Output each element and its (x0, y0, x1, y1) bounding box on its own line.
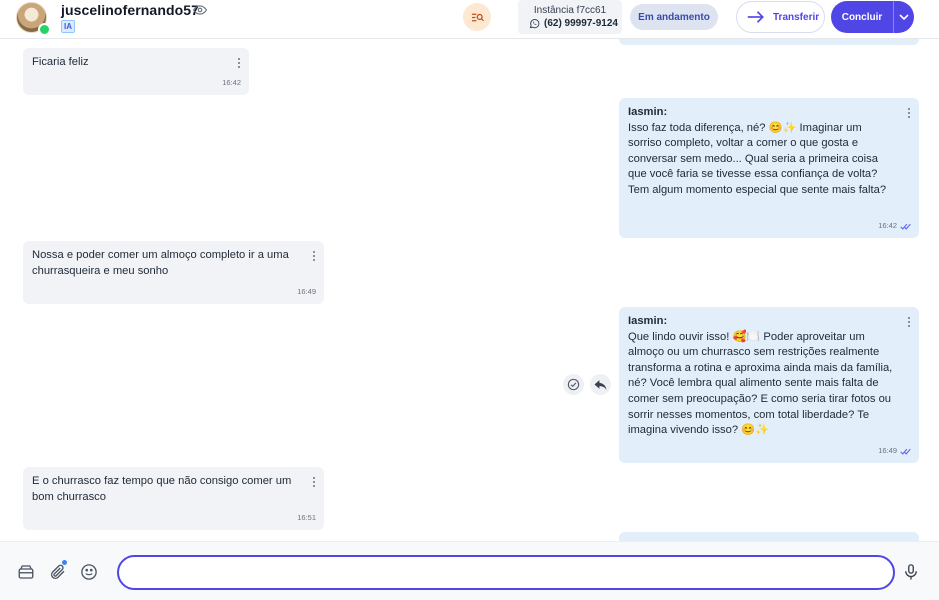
arrow-right-icon (747, 11, 764, 23)
message-input[interactable] (117, 555, 895, 590)
ia-badge: IA (61, 20, 75, 33)
message-time: 16:42 (878, 218, 911, 234)
message-text: Isso faz toda diferença, né? 😊✨ Imaginar… (628, 121, 887, 196)
transfer-button[interactable]: Transferir (736, 1, 825, 33)
double-check-icon (900, 223, 911, 230)
eye-icon[interactable] (193, 3, 207, 17)
whatsapp-icon (38, 23, 51, 36)
message-text: Ficaria feliz (32, 56, 89, 68)
transfer-label: Transferir (773, 11, 820, 23)
message-sender: Iasmin: (628, 106, 668, 118)
message-time: 16:49 (297, 287, 316, 297)
message-bubble: E o churrasco faz tempo que não consigo … (23, 467, 324, 530)
chat-header: juscelinofernando57 IA Instância f7cc61 … (0, 0, 939, 39)
contact-name[interactable]: juscelinofernando57 (61, 2, 199, 18)
check-circle-icon (567, 378, 580, 391)
more-vertical-icon[interactable] (313, 251, 316, 262)
message-bubble-partial (619, 39, 919, 45)
reply-button[interactable] (590, 374, 611, 395)
instance-phone: (62) 99997-9124 (544, 18, 618, 29)
message-list[interactable]: Ficaria feliz 16:42 Iasmin: Isso faz tod… (0, 39, 939, 541)
conclude-label: Concluir (841, 11, 883, 23)
chevron-down-icon (899, 13, 909, 20)
paperclip-icon[interactable] (49, 563, 67, 581)
message-time: 16:49 (878, 443, 911, 459)
more-vertical-icon[interactable] (908, 108, 911, 119)
message-text: E o churrasco faz tempo que não consigo … (32, 475, 292, 503)
search-user-button[interactable] (463, 3, 491, 31)
conclude-options-button[interactable] (894, 13, 914, 21)
message-bubble: Iasmin: Que lindo ouvir isso! 🥰🍽️ Poder … (619, 307, 919, 463)
whatsapp-icon (529, 19, 540, 29)
message-bubble: Ficaria feliz 16:42 (23, 48, 249, 95)
more-vertical-icon[interactable] (908, 317, 911, 328)
more-vertical-icon[interactable] (238, 58, 241, 69)
message-sender: Iasmin: (628, 315, 668, 327)
message-time: 16:42 (222, 78, 241, 88)
instance-info: Instância f7cc61 (62) 99997-9124 (518, 0, 622, 34)
message-text: Que lindo ouvir isso! 🥰🍽️ Poder aproveit… (628, 330, 893, 437)
message-bubble: Nossa e poder comer um almoço completo i… (23, 241, 324, 304)
more-vertical-icon[interactable] (313, 477, 316, 488)
conclude-button[interactable]: Concluir (831, 1, 914, 33)
mark-read-button[interactable] (563, 374, 584, 395)
composer (0, 541, 939, 600)
instance-name: Instância f7cc61 (533, 5, 607, 16)
microphone-icon[interactable] (902, 563, 920, 581)
attachment-indicator (62, 560, 67, 565)
search-user-icon (471, 13, 484, 21)
archive-icon[interactable] (17, 563, 35, 581)
double-check-icon (900, 448, 911, 455)
status-badge[interactable]: Em andamento (630, 4, 718, 30)
smile-icon[interactable] (80, 563, 98, 581)
message-bubble-partial (619, 532, 919, 541)
reply-icon (594, 379, 607, 390)
message-bubble: Iasmin: Isso faz toda diferença, né? 😊✨ … (619, 98, 919, 238)
message-time: 16:51 (297, 513, 316, 523)
message-text: Nossa e poder comer um almoço completo i… (32, 249, 289, 277)
